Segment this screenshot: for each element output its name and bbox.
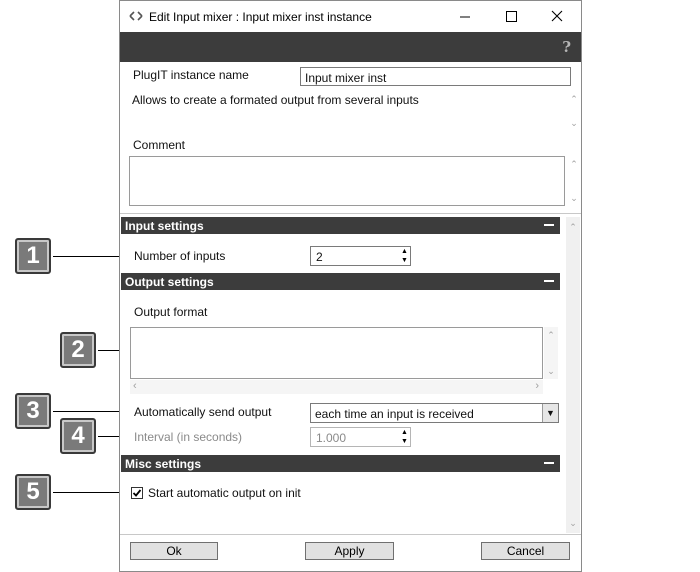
app-icon bbox=[129, 11, 143, 21]
minimize-button[interactable] bbox=[442, 1, 488, 32]
scroll-down-icon[interactable]: ⌄ bbox=[544, 365, 558, 377]
scroll-left-icon[interactable]: ‹ bbox=[133, 380, 137, 392]
instance-name-field[interactable]: Input mixer inst bbox=[300, 67, 571, 86]
scroll-up-icon[interactable]: ⌃ bbox=[566, 221, 580, 233]
comment-scrollbar[interactable]: ⌃ ⌄ bbox=[567, 156, 581, 206]
callout-badge-3: 3 bbox=[15, 393, 51, 429]
callout-badge-5: 5 bbox=[15, 474, 51, 510]
scroll-down-icon[interactable]: ⌄ bbox=[567, 192, 581, 204]
help-icon[interactable]: ? bbox=[562, 38, 571, 56]
output-format-field[interactable] bbox=[130, 327, 543, 379]
number-of-inputs-value: 2 bbox=[316, 250, 323, 264]
callout-badge-1: 1 bbox=[15, 238, 51, 274]
maximize-icon bbox=[506, 11, 517, 22]
scroll-down-icon[interactable]: ⌄ bbox=[566, 517, 580, 529]
auto-output-label: Start automatic output on init bbox=[148, 486, 301, 500]
cancel-button[interactable]: Cancel bbox=[481, 542, 570, 560]
title-bar[interactable]: Edit Input mixer : Input mixer inst inst… bbox=[120, 1, 581, 32]
up-arrow-icon[interactable]: ▲ bbox=[399, 247, 410, 256]
minus-icon[interactable] bbox=[544, 280, 554, 282]
apply-button[interactable]: Apply bbox=[305, 542, 394, 560]
description-scrollbar[interactable]: ⌃ ⌄ bbox=[567, 91, 581, 131]
scroll-up-icon[interactable]: ⌃ bbox=[567, 158, 581, 170]
check-icon bbox=[132, 489, 142, 497]
callout-badge-4: 4 bbox=[60, 418, 96, 454]
scroll-up-icon[interactable]: ⌃ bbox=[544, 329, 558, 341]
interval-value: 1.000 bbox=[316, 431, 347, 445]
input-settings-header[interactable]: Input settings bbox=[121, 217, 560, 234]
interval-label: Interval (in seconds) bbox=[134, 430, 243, 444]
section-title: Misc settings bbox=[125, 457, 202, 471]
callout-line-5 bbox=[53, 492, 126, 493]
callout-badge-2: 2 bbox=[60, 332, 96, 368]
callout-line-3 bbox=[53, 411, 126, 412]
close-button[interactable] bbox=[534, 1, 580, 32]
dialog-toolbar: ? bbox=[120, 32, 581, 62]
settings-scrollbar[interactable]: ⌃ ⌄ bbox=[566, 217, 580, 533]
output-settings-header[interactable]: Output settings bbox=[121, 273, 560, 290]
window-title: Edit Input mixer : Input mixer inst inst… bbox=[149, 10, 372, 24]
minus-icon[interactable] bbox=[544, 224, 554, 226]
misc-settings-header[interactable]: Misc settings bbox=[121, 455, 560, 472]
number-of-inputs-label: Number of inputs bbox=[134, 249, 226, 263]
interval-spinner[interactable]: 1.000 ▲ ▼ bbox=[310, 427, 411, 447]
auto-output-checkbox[interactable] bbox=[131, 487, 143, 499]
up-arrow-icon[interactable]: ▲ bbox=[399, 428, 410, 437]
footer-divider bbox=[120, 534, 581, 535]
auto-send-value: each time an input is received bbox=[315, 407, 474, 421]
down-arrow-icon[interactable]: ▼ bbox=[399, 256, 410, 265]
divider bbox=[120, 213, 581, 214]
output-format-label: Output format bbox=[134, 305, 208, 319]
down-arrow-icon[interactable]: ▼ bbox=[399, 437, 410, 446]
section-title: Input settings bbox=[125, 219, 204, 233]
auto-send-select[interactable]: each time an input is received ▼ bbox=[310, 403, 559, 423]
number-of-inputs-spinner[interactable]: 2 ▲ ▼ bbox=[310, 246, 411, 266]
section-title: Output settings bbox=[125, 275, 214, 289]
callout-line-1 bbox=[53, 256, 126, 257]
description-text: Allows to create a formated output from … bbox=[132, 93, 419, 107]
output-format-v-scrollbar[interactable]: ⌃ ⌄ bbox=[544, 327, 558, 379]
ok-button[interactable]: Ok bbox=[130, 542, 218, 560]
scroll-up-icon[interactable]: ⌃ bbox=[567, 93, 581, 105]
maximize-button[interactable] bbox=[488, 1, 534, 32]
minimize-icon bbox=[460, 16, 470, 18]
instance-name-label: PlugIT instance name bbox=[133, 68, 249, 82]
auto-send-label: Automatically send output bbox=[134, 405, 272, 419]
close-icon bbox=[551, 10, 563, 22]
comment-field[interactable] bbox=[129, 156, 565, 206]
output-format-h-scrollbar[interactable]: ‹ › bbox=[130, 380, 543, 394]
scroll-right-icon[interactable]: › bbox=[535, 380, 539, 392]
chevron-down-icon[interactable]: ▼ bbox=[542, 404, 558, 422]
minus-icon[interactable] bbox=[544, 462, 554, 464]
edit-dialog: Edit Input mixer : Input mixer inst inst… bbox=[119, 0, 582, 572]
comment-label: Comment bbox=[133, 138, 186, 152]
scroll-down-icon[interactable]: ⌄ bbox=[567, 117, 581, 129]
